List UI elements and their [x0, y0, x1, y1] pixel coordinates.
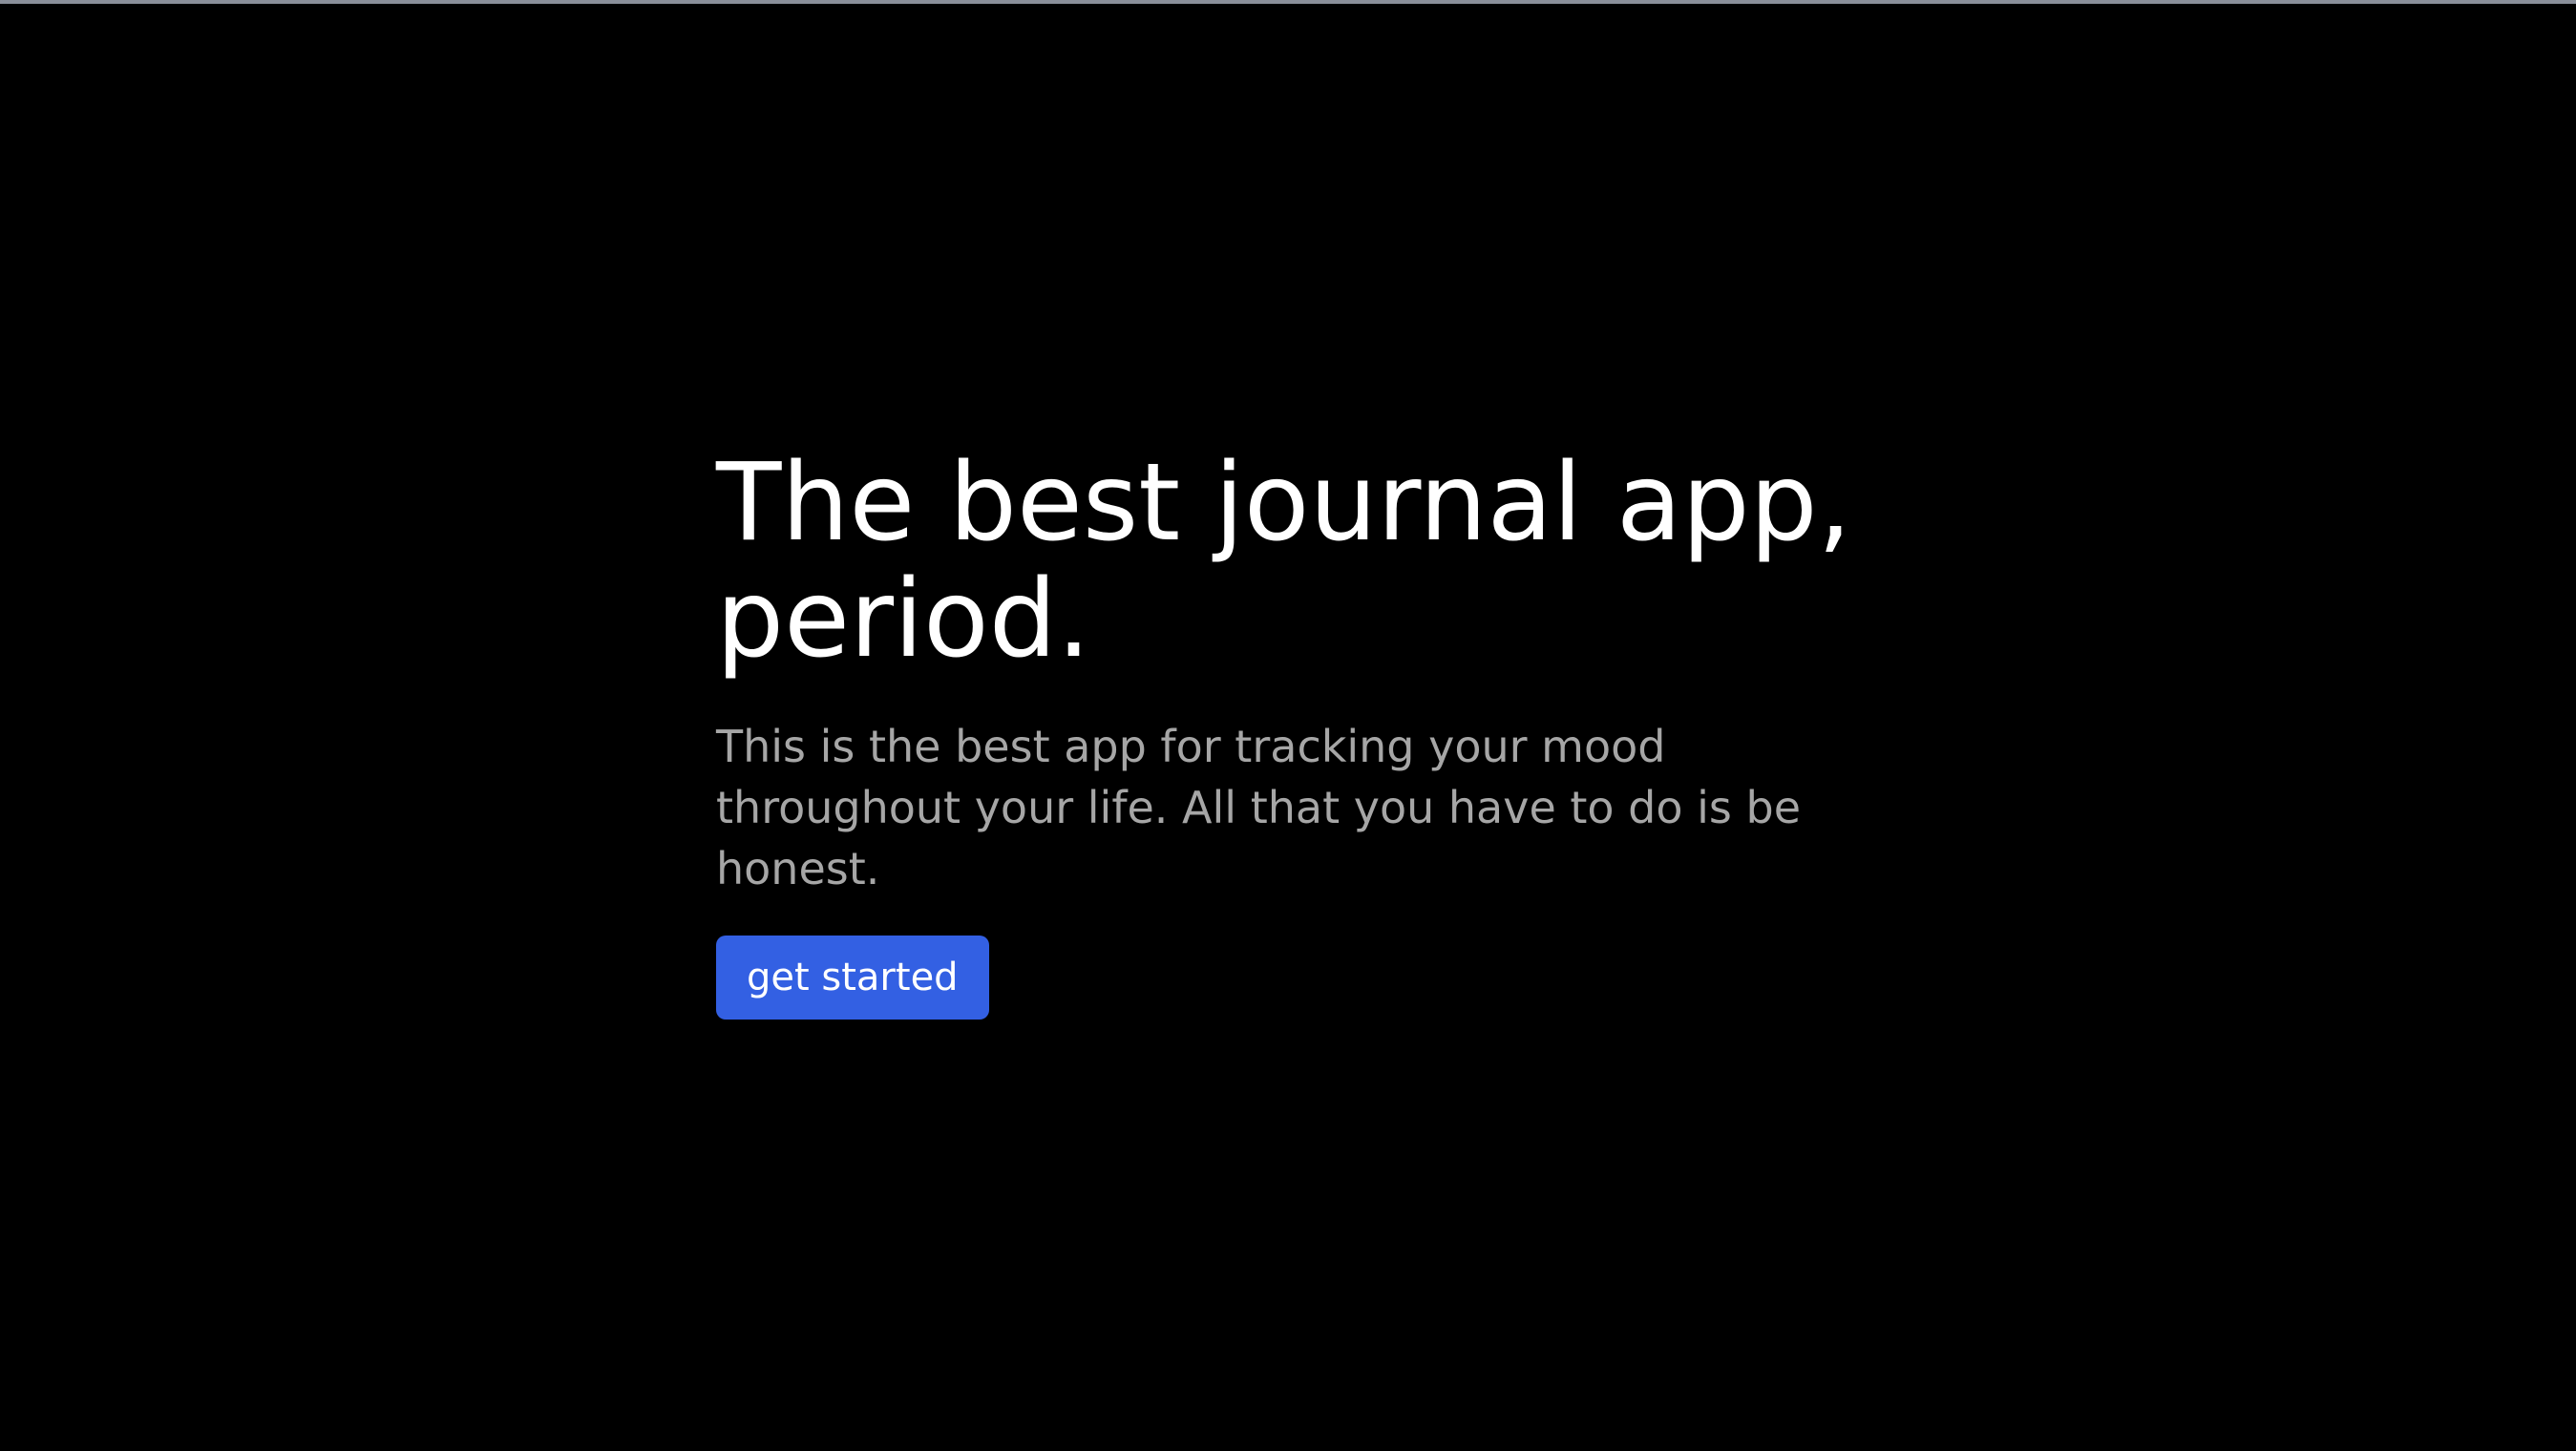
window-top-edge — [0, 0, 2576, 4]
hero-subtitle: This is the best app for tracking your m… — [716, 721, 1802, 894]
hero-title: The best journal app, period. — [716, 441, 1852, 682]
get-started-button[interactable]: get started — [716, 936, 989, 1020]
hero-section: The best journal app, period. This is th… — [716, 445, 1938, 1020]
